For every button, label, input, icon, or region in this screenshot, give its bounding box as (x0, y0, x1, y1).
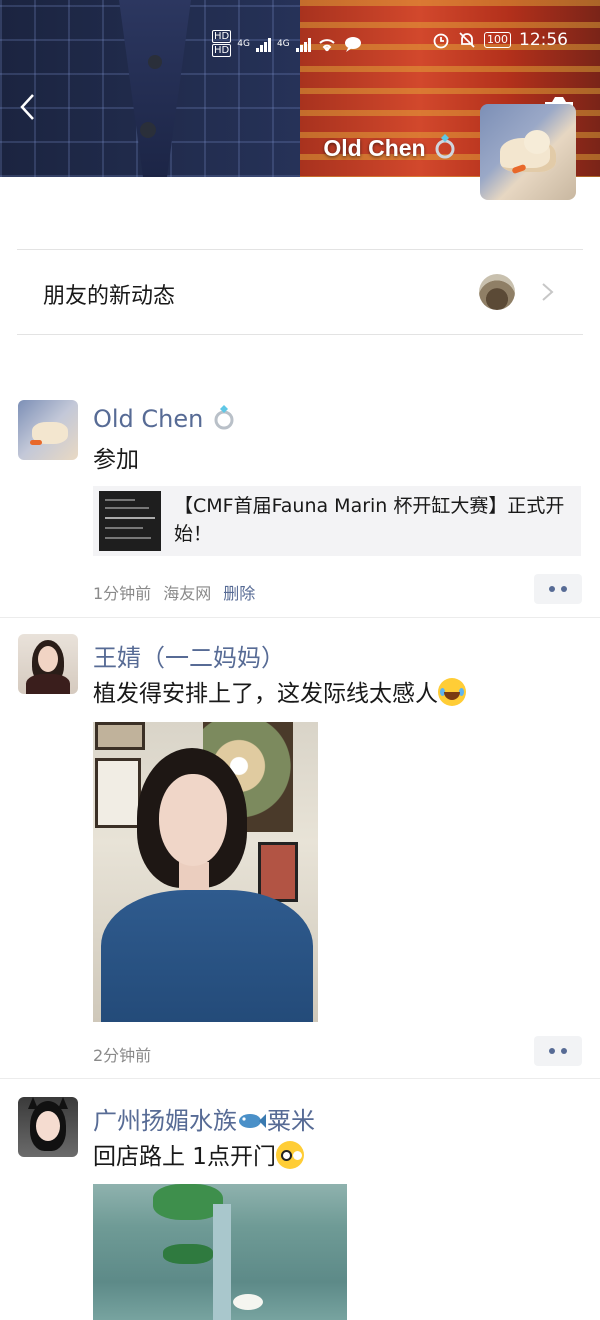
chevron-right-icon (542, 283, 554, 301)
photo-face (159, 774, 227, 866)
profile-avatar[interactable] (480, 104, 576, 200)
post-text: 回店路上 1点开门 (93, 1137, 304, 1171)
profile-name-text: Old Chen (323, 135, 426, 161)
wall-frame (95, 722, 145, 750)
system-indicators: 100 12:56 (432, 30, 568, 50)
ring-emoji-icon (214, 405, 234, 430)
feed-post: 广州扬媚水族 粟米 回店路上 1点开门 (0, 1097, 600, 1320)
avatar-clothes (26, 674, 70, 694)
fish-emoji-icon (239, 1114, 266, 1128)
more-dots-icon (549, 586, 555, 592)
tank-pipe (213, 1204, 231, 1320)
post-meta: 2分钟前 (93, 1042, 151, 1066)
post-separator (0, 617, 600, 618)
post-author-text: Old Chen (93, 405, 204, 433)
post-author[interactable]: 王婧（一二妈妈） (93, 638, 285, 673)
link-card[interactable]: 【CMF首届Fauna Marin 杯开缸大赛】正式开始！ (93, 486, 581, 556)
wall-frame (95, 758, 141, 828)
friends-updates-row[interactable]: 朋友的新动态 (17, 250, 583, 334)
hd-badges: HD HD (212, 30, 232, 57)
clock: 12:56 (519, 30, 568, 50)
signal-icon (295, 36, 311, 52)
cat-ear (58, 1097, 68, 1109)
avatar-dog-head (524, 130, 550, 154)
cover-button (140, 122, 156, 138)
profile-name[interactable]: Old Chen (323, 133, 458, 162)
avatar-face (38, 646, 58, 672)
chevron-left-icon (20, 94, 34, 120)
network-type: 4G (276, 38, 290, 49)
post-photo[interactable] (93, 1184, 347, 1320)
more-dots-icon (561, 586, 567, 592)
updates-avatar (479, 274, 515, 310)
post-avatar[interactable] (18, 1097, 78, 1157)
ring-emoji-icon (435, 134, 455, 159)
post-time: 2分钟前 (93, 1046, 152, 1065)
post-text: 植发得安排上了，这发际线太感人 (93, 674, 466, 708)
signal-icon (255, 36, 271, 52)
post-separator (0, 1078, 600, 1079)
more-button[interactable] (534, 574, 582, 604)
post-author[interactable]: Old Chen (93, 404, 237, 433)
post-author[interactable]: 广州扬媚水族 粟米 (93, 1101, 315, 1136)
chat-icon (344, 36, 361, 52)
alarm-icon (433, 33, 449, 49)
more-button[interactable] (534, 1036, 582, 1066)
post-text-content: 植发得安排上了，这发际线太感人 (93, 681, 438, 707)
post-photo[interactable] (93, 722, 318, 1022)
smirk-emoji-icon (275, 1141, 304, 1169)
status-bar: HD HD 4G 4G 100 12:56 (0, 30, 600, 60)
link-thumbnail (99, 491, 161, 551)
friends-updates-label: 朋友的新动态 (43, 284, 176, 309)
avatar-face (36, 1111, 60, 1141)
more-dots-icon (549, 1048, 555, 1054)
tank-fish (233, 1294, 263, 1310)
battery-icon: 100 (484, 32, 511, 48)
post-text-content: 回店路上 1点开门 (93, 1144, 276, 1170)
hd-badge: HD (212, 30, 232, 43)
feed-post: 王婧（一二妈妈） 植发得安排上了，这发际线太感人 2分钟前 (0, 634, 600, 1078)
more-dots-icon (561, 1048, 567, 1054)
network-indicators: HD HD 4G 4G (212, 30, 363, 57)
post-author-suffix: 粟米 (267, 1107, 315, 1135)
post-author-prefix: 广州扬媚水族 (93, 1107, 237, 1135)
mute-icon (459, 32, 475, 48)
back-button[interactable] (18, 92, 42, 122)
laugh-emoji-icon (438, 678, 466, 706)
cat-ear (28, 1097, 38, 1109)
link-title: 【CMF首届Fauna Marin 杯开缸大赛】正式开始！ (174, 495, 565, 545)
divider (17, 334, 583, 335)
wifi-icon (318, 38, 335, 51)
photo-shirt (101, 890, 313, 1022)
delete-link[interactable]: 删除 (223, 584, 255, 603)
wall-frame (258, 842, 298, 902)
post-avatar[interactable] (18, 634, 78, 694)
hd-badge: HD (212, 44, 232, 57)
feed-post: Old Chen 参加 【CMF首届Fauna Marin 杯开缸大赛】正式开始… (0, 400, 600, 616)
avatar-carrot (30, 440, 42, 445)
network-type: 4G (237, 38, 250, 49)
post-time: 1分钟前 (93, 584, 152, 603)
post-avatar[interactable] (18, 400, 78, 460)
post-source[interactable]: 海友网 (163, 584, 211, 603)
tank-plant (163, 1244, 213, 1264)
post-meta: 1分钟前 海友网 删除 (93, 580, 255, 604)
post-text: 参加 (93, 447, 139, 473)
